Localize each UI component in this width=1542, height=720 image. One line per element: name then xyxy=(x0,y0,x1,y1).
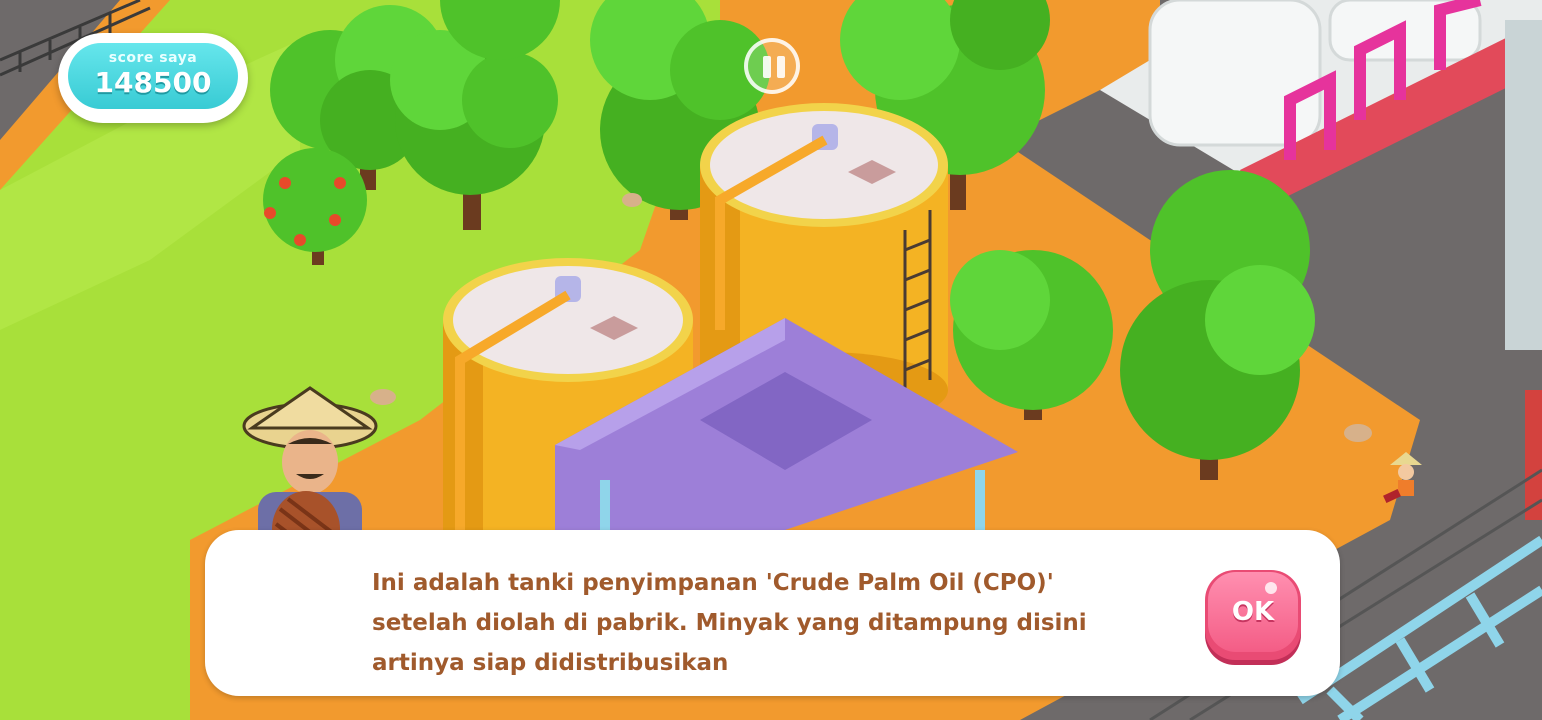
dialog-line: Ini adalah tanki penyimpanan 'Crude Palm… xyxy=(372,570,1054,596)
rock xyxy=(622,193,642,207)
ok-button-label: OK xyxy=(1208,572,1298,652)
dialog-line: artinya siap didistribusikan xyxy=(372,650,729,676)
dialog-line: setelah diolah di pabrik. Minyak yang di… xyxy=(372,610,1087,636)
dialog-box: Ini adalah tanki penyimpanan 'Crude Palm… xyxy=(205,530,1340,696)
dialog-message: Ini adalah tanki penyimpanan 'Crude Palm… xyxy=(372,563,1172,683)
ok-button[interactable]: OK xyxy=(1205,570,1301,660)
ok-gloss xyxy=(1265,582,1277,594)
rock xyxy=(1344,424,1372,442)
score-value: 148500 xyxy=(94,66,212,99)
score-panel: score saya 148500 xyxy=(58,33,248,123)
score-label: score saya xyxy=(108,50,198,66)
score-badge: score saya 148500 xyxy=(68,43,238,109)
pause-button[interactable] xyxy=(744,38,800,94)
